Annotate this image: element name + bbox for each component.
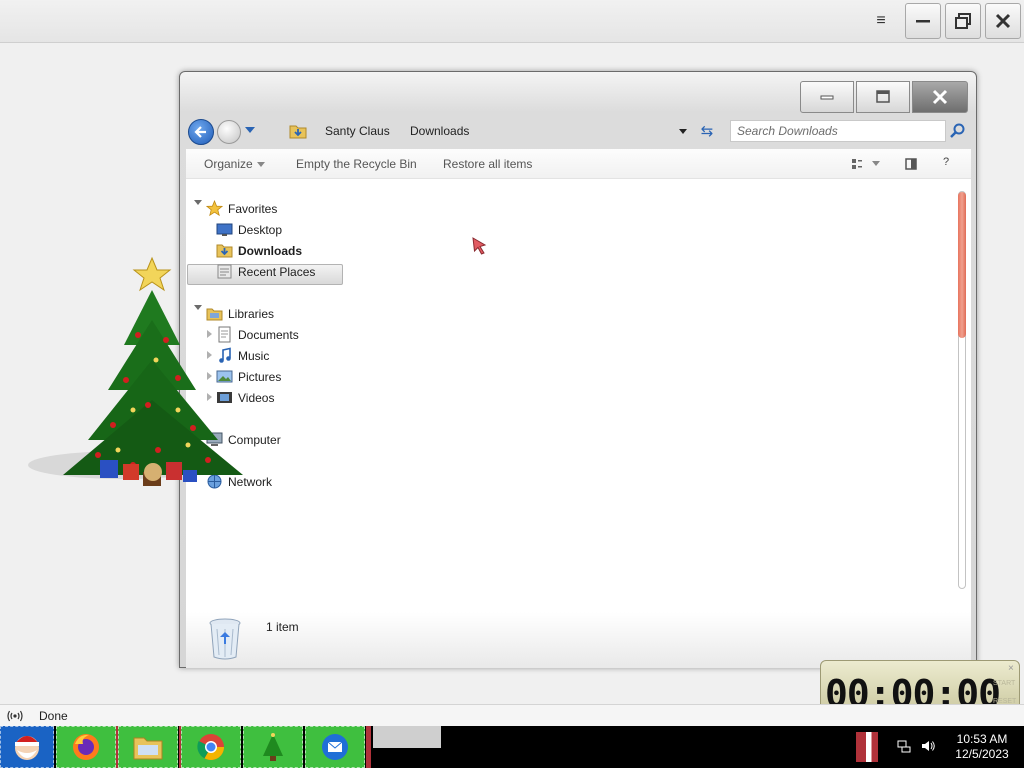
chrome-icon xyxy=(197,734,225,761)
taskbar-christmas-tree[interactable] xyxy=(243,726,303,768)
gadget-close-icon[interactable]: × xyxy=(1008,663,1014,674)
explorer-window: Santy Claus Downloads ⇆ Search Downloads… xyxy=(179,71,977,668)
empty-recycle-bin-button[interactable]: Empty the Recycle Bin xyxy=(296,157,417,171)
vertical-scrollbar[interactable] xyxy=(958,191,966,589)
close-icon xyxy=(932,89,948,105)
tree-label: Favorites xyxy=(228,201,278,216)
stopwatch-start-button[interactable]: START xyxy=(993,680,1015,687)
taskbar-separator xyxy=(366,726,371,768)
item-count: 1 item xyxy=(266,620,299,634)
window-minimize-button[interactable] xyxy=(800,81,854,113)
view-options-icon[interactable] xyxy=(851,158,863,170)
organize-menu[interactable]: Organize xyxy=(204,157,265,171)
mouse-cursor-icon xyxy=(472,237,487,255)
broadcast-icon xyxy=(7,710,23,722)
organize-label: Organize xyxy=(204,157,253,171)
window-maximize-button[interactable] xyxy=(856,81,910,113)
navigation-row: Santy Claus Downloads ⇆ Search Downloads xyxy=(187,116,971,148)
command-bar: Organize Empty the Recycle Bin Restore a… xyxy=(186,149,971,179)
star-icon xyxy=(206,200,223,217)
recycle-bin-icon xyxy=(209,618,241,660)
tree-item-desktop[interactable]: Desktop xyxy=(216,219,282,240)
christmas-tree-decoration xyxy=(28,256,243,486)
recent-pages-dropdown-icon[interactable] xyxy=(245,127,255,133)
minimize-icon xyxy=(916,20,930,23)
preview-pane-icon[interactable] xyxy=(905,158,917,170)
volume-icon[interactable] xyxy=(920,738,936,754)
status-text: Done xyxy=(39,709,68,723)
taskbar-thunderbird[interactable] xyxy=(305,726,365,768)
host-title-bar: ≡ xyxy=(0,0,1024,43)
search-icon[interactable] xyxy=(949,122,967,140)
folder-download-icon xyxy=(289,125,307,139)
thunderbird-icon xyxy=(322,734,348,760)
tray-date: 12/5/2023 xyxy=(955,747,1009,761)
breadcrumb-santy-claus[interactable]: Santy Claus xyxy=(325,124,390,138)
host-close-button[interactable] xyxy=(985,3,1021,39)
tray-flag-icon[interactable] xyxy=(856,732,878,762)
back-button[interactable] xyxy=(188,119,214,145)
taskbar-empty-slot[interactable] xyxy=(373,726,441,748)
tray-clock[interactable]: 10:53 AM 12/5/2023 xyxy=(952,732,1012,762)
start-button[interactable] xyxy=(0,726,54,768)
view-dropdown-icon[interactable] xyxy=(872,161,880,166)
status-bar: Done xyxy=(0,704,1024,726)
file-manager-icon xyxy=(133,737,163,760)
tree-item-favorites[interactable]: Favorites xyxy=(206,198,277,219)
close-icon xyxy=(995,13,1011,29)
taskbar-chrome[interactable] xyxy=(181,726,241,768)
santa-icon xyxy=(15,736,39,760)
minimize-icon xyxy=(820,95,834,100)
back-arrow-icon xyxy=(194,126,206,138)
scrollbar-thumb[interactable] xyxy=(958,192,966,338)
taskbar-file-manager[interactable] xyxy=(118,726,178,768)
address-history-dropdown-icon[interactable] xyxy=(679,129,687,134)
hamburger-menu-icon[interactable]: ≡ xyxy=(868,11,894,31)
host-restore-button[interactable] xyxy=(945,3,981,39)
help-button[interactable]: ? xyxy=(943,156,949,168)
tree-label: Desktop xyxy=(238,222,283,237)
chevron-down-icon xyxy=(256,162,265,168)
content-area: Organize Empty the Recycle Bin Restore a… xyxy=(186,148,971,662)
refresh-icon[interactable]: ⇆ xyxy=(697,122,717,142)
search-input[interactable]: Search Downloads xyxy=(730,120,946,142)
restore-icon xyxy=(955,13,971,29)
restore-all-items-button[interactable]: Restore all items xyxy=(443,157,532,171)
forward-button[interactable] xyxy=(217,120,241,144)
network-tray-icon[interactable] xyxy=(896,738,912,754)
christmas-tree-icon xyxy=(263,733,283,761)
maximize-icon xyxy=(876,90,890,103)
tray-time: 10:53 AM xyxy=(956,732,1008,746)
breadcrumb-downloads[interactable]: Downloads xyxy=(410,124,469,138)
expand-favorites-icon[interactable] xyxy=(194,200,202,205)
host-minimize-button[interactable] xyxy=(905,3,941,39)
firefox-icon xyxy=(73,734,99,760)
desktop-icon xyxy=(216,223,233,236)
window-close-button[interactable] xyxy=(912,81,968,113)
taskbar-firefox[interactable] xyxy=(56,726,116,768)
taskbar: 10:53 AM 12/5/2023 xyxy=(0,726,1024,768)
